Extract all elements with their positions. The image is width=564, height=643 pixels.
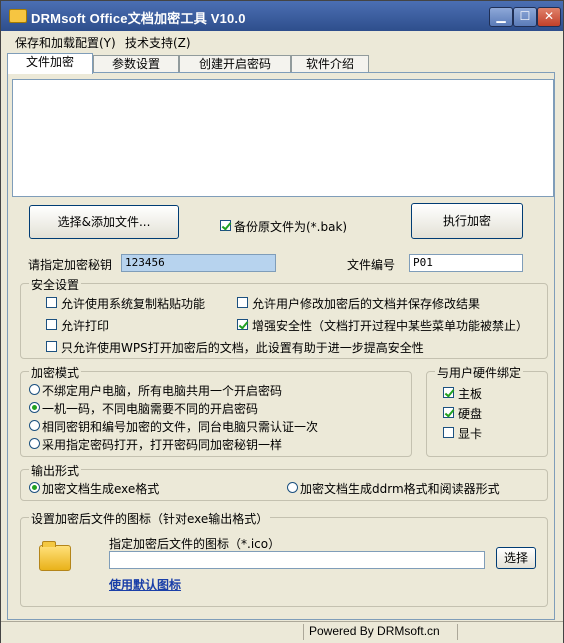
tab-about[interactable]: 软件介绍	[291, 55, 369, 73]
menu-bar: 保存和加载配置(Y) 技术支持(Z)	[1, 31, 563, 51]
mode-unbound-radio[interactable]	[29, 384, 40, 395]
use-default-icon-link[interactable]: 使用默认图标	[109, 576, 181, 593]
mode-per-machine-label: 一机一码，不同电脑需要不同的开启密码	[42, 402, 259, 416]
select-add-files-button[interactable]: 选择&添加文件...	[29, 205, 179, 239]
security-title: 安全设置	[29, 276, 82, 293]
enhance-security-label: 增强安全性（文档打开过程中某些菜单功能被禁止）	[252, 319, 529, 333]
file-no-input[interactable]: P01	[409, 254, 523, 272]
output-format-title: 输出形式	[29, 462, 82, 479]
encrypt-mode-title: 加密模式	[29, 364, 82, 381]
folder-icon	[39, 541, 71, 571]
bind-gpu-checkbox[interactable]	[443, 427, 454, 438]
allow-clipboard-label: 允许使用系统复制粘贴功能	[61, 297, 206, 311]
file-no-label: 文件编号	[347, 258, 396, 272]
output-exe-radio[interactable]	[29, 482, 40, 493]
file-list[interactable]	[12, 79, 554, 197]
title-bar: DRMsoft Office文档加密工具 V10.0 ▁ ☐ ✕	[1, 1, 563, 31]
tab-file-encrypt[interactable]: 文件加密	[7, 53, 93, 74]
folder-icon	[9, 9, 27, 23]
tab-create-password[interactable]: 创建开启密码	[179, 55, 291, 73]
hardware-bind-title: 与用户硬件绑定	[435, 364, 524, 381]
window-title: DRMsoft Office文档加密工具 V10.0	[31, 11, 246, 26]
wps-only-label: 只允许使用WPS打开加密后的文档，此设置有助于进一步提高安全性	[61, 341, 424, 355]
mode-per-machine-radio[interactable]	[29, 402, 40, 413]
mode-same-key-radio[interactable]	[29, 420, 40, 431]
output-ddrm-label: 加密文档生成ddrm格式和阅读器形式	[300, 482, 500, 496]
maximize-button[interactable]: ☐	[513, 7, 537, 27]
menu-save-load-config[interactable]: 保存和加载配置(Y)	[15, 34, 116, 51]
hardware-bind-group: 与用户硬件绑定 主板 硬盘 显卡	[426, 364, 548, 457]
key-label: 请指定加密秘钥	[28, 258, 113, 272]
bind-harddisk-label: 硬盘	[458, 407, 483, 421]
mode-same-key-label: 相同密钥和编号加密的文件，同台电脑只需认证一次	[42, 420, 319, 434]
icon-settings-group: 设置加密后文件的图标（针对exe输出格式） 指定加密后文件的图标（*.ico） …	[20, 510, 548, 607]
allow-clipboard-checkbox[interactable]	[46, 297, 57, 308]
app-window: DRMsoft Office文档加密工具 V10.0 ▁ ☐ ✕ 保存和加载配置…	[0, 0, 564, 643]
menu-tech-support[interactable]: 技术支持(Z)	[125, 34, 191, 51]
powered-by-text: Powered By DRMsoft.cn	[309, 624, 440, 638]
allow-print-checkbox[interactable]	[46, 319, 57, 330]
output-ddrm-radio[interactable]	[287, 482, 298, 493]
mode-fixed-password-label: 采用指定密码打开，打开密码同加密秘钥一样	[42, 438, 283, 452]
icon-settings-title: 设置加密后文件的图标（针对exe输出格式）	[29, 510, 271, 527]
allow-modify-checkbox[interactable]	[237, 297, 248, 308]
enhance-security-checkbox[interactable]	[237, 319, 248, 330]
bind-harddisk-checkbox[interactable]	[443, 407, 454, 418]
allow-print-label: 允许打印	[61, 319, 110, 333]
tab-panel: 选择&添加文件... 备份原文件为(*.bak) 执行加密 请指定加密秘钥 12…	[7, 72, 555, 620]
output-format-group: 输出形式 加密文档生成exe格式 加密文档生成ddrm格式和阅读器形式	[20, 462, 548, 501]
bind-motherboard-checkbox[interactable]	[443, 387, 454, 398]
close-button[interactable]: ✕	[537, 7, 561, 27]
backup-checkbox[interactable]	[220, 220, 231, 231]
mode-unbound-label: 不绑定用户电脑，所有电脑共用一个开启密码	[42, 384, 283, 398]
backup-label: 备份原文件为(*.bak)	[234, 220, 348, 234]
bind-gpu-label: 显卡	[458, 427, 483, 441]
encrypt-mode-group: 加密模式 不绑定用户电脑，所有电脑共用一个开启密码 一机一码，不同电脑需要不同的…	[20, 364, 412, 457]
allow-modify-label: 允许用户修改加密后的文档并保存修改结果	[252, 297, 481, 311]
select-icon-button[interactable]: 选择	[496, 547, 536, 569]
status-divider	[303, 624, 304, 640]
output-exe-label: 加密文档生成exe格式	[42, 482, 160, 496]
tab-parameters[interactable]: 参数设置	[93, 55, 179, 73]
status-bar: Powered By DRMsoft.cn	[1, 621, 563, 643]
key-input[interactable]: 123456	[121, 254, 276, 272]
icon-path-input[interactable]	[109, 551, 485, 569]
icon-field-label: 指定加密后文件的图标（*.ico）	[109, 537, 281, 551]
wps-only-checkbox[interactable]	[46, 341, 57, 352]
bind-motherboard-label: 主板	[458, 387, 483, 401]
mode-fixed-password-radio[interactable]	[29, 438, 40, 449]
minimize-button[interactable]: ▁	[489, 7, 513, 27]
security-group: 安全设置 允许使用系统复制粘贴功能 允许用户修改加密后的文档并保存修改结果 允许…	[20, 276, 548, 359]
status-divider	[457, 624, 458, 640]
execute-encrypt-button[interactable]: 执行加密	[411, 203, 523, 239]
